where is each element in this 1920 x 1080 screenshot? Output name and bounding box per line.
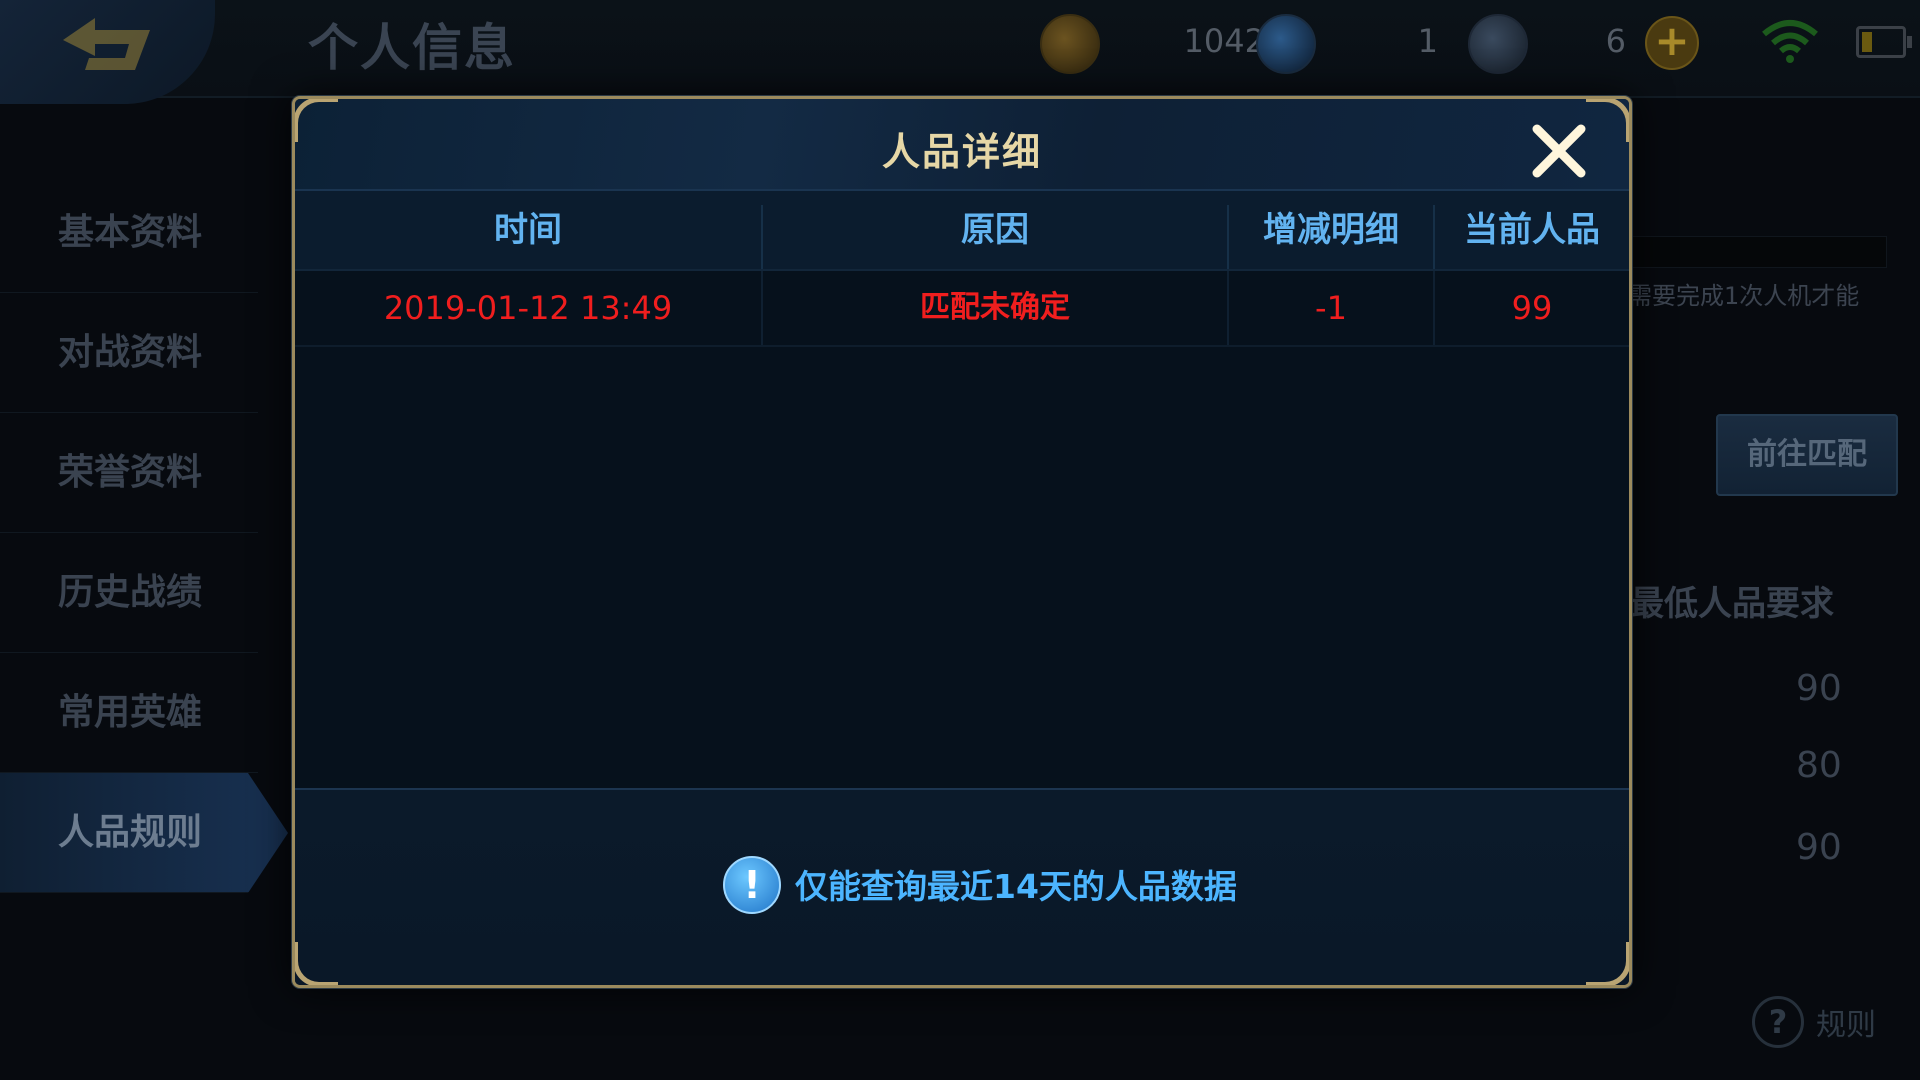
crystal-value: 6 — [1605, 22, 1626, 60]
row-change: -1 — [1315, 289, 1347, 327]
credit-detail-modal: 人品详细 时间 原因 增减明细 当前人品 2019-01-12 13:49 匹配… — [292, 96, 1632, 988]
sidebar: 基本资料 对战资料 荣誉资料 历史战绩 常用英雄 人品规则 — [0, 173, 288, 893]
info-icon-glyph: ! — [743, 863, 761, 907]
sidebar-item-history[interactable]: 历史战绩 — [0, 533, 258, 653]
page-title: 个人信息 — [308, 19, 516, 77]
row-reason: 匹配未确定 — [920, 290, 1070, 325]
requirement-note: 需要完成1次人机才能 — [1628, 282, 1860, 310]
column-header-reason: 原因 — [961, 210, 1029, 250]
row-current: 99 — [1511, 289, 1553, 327]
modal-header: 人品详细 — [295, 99, 1629, 191]
row-time: 2019-01-12 13:49 — [383, 289, 673, 327]
gold-value: 1042 — [1183, 22, 1265, 60]
sidebar-item-basic-info[interactable]: 基本资料 — [0, 173, 258, 293]
sidebar-item-common-heroes[interactable]: 常用英雄 — [0, 653, 258, 773]
diamond-icon — [1256, 14, 1316, 74]
min-requirement-heading: 最低人品要求 — [1630, 584, 1834, 624]
modal-title: 人品详细 — [881, 130, 1042, 174]
progress-bar — [1625, 236, 1887, 268]
table-row: 2019-01-12 13:49 匹配未确定 -1 99 — [295, 271, 1629, 347]
rules-link-label: 规则 — [1816, 1008, 1876, 1043]
sidebar-item-credit-rules[interactable]: 人品规则 — [0, 773, 288, 893]
sidebar-item-battle-info[interactable]: 对战资料 — [0, 293, 258, 413]
notice-text: 仅能查询最近14天的人品数据 — [795, 867, 1237, 906]
requirement-value: 80 — [1796, 745, 1842, 786]
column-header-time: 时间 — [494, 210, 562, 250]
wifi-icon — [1762, 20, 1818, 63]
crystal-currency: 6 — [1468, 14, 1638, 74]
diamond-value: 1 — [1417, 22, 1438, 60]
close-icon[interactable] — [1527, 119, 1591, 183]
gold-coin-icon — [1040, 14, 1100, 74]
crystal-icon — [1468, 14, 1528, 74]
add-currency-button[interactable]: + — [1645, 16, 1699, 70]
help-icon: ? — [1752, 996, 1804, 1048]
goto-match-button[interactable]: 前往匹配 — [1716, 414, 1898, 496]
sidebar-item-honor-info[interactable]: 荣誉资料 — [0, 413, 258, 533]
column-header-current: 当前人品 — [1464, 210, 1600, 250]
table-header: 时间 原因 增减明细 当前人品 — [295, 191, 1629, 271]
info-icon: ! — [723, 856, 781, 914]
gold-currency: 1042 — [1040, 14, 1265, 74]
requirement-value: 90 — [1796, 668, 1842, 709]
modal-footer: ! 仅能查询最近14天的人品数据 — [295, 788, 1629, 985]
column-header-change: 增减明细 — [1263, 210, 1399, 250]
battery-icon — [1856, 26, 1912, 58]
requirement-value: 90 — [1796, 827, 1842, 868]
corner-ornament — [295, 99, 338, 142]
diamond-currency: 1 — [1256, 14, 1456, 74]
back-arrow-icon — [63, 18, 150, 70]
